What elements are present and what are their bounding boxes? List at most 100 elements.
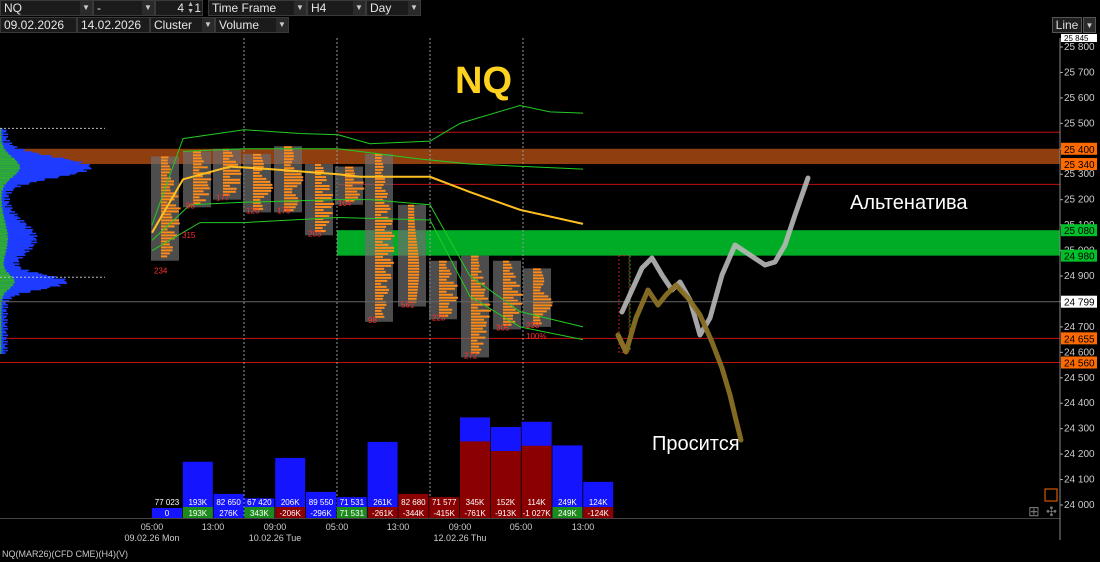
cluster-level <box>471 345 480 348</box>
cluster-level <box>471 258 479 261</box>
chevron-down-icon[interactable]: ▼ <box>276 18 288 32</box>
cluster-level <box>408 222 415 225</box>
cluster-level <box>193 202 201 205</box>
date-to-field[interactable]: 14.02.2026 <box>77 17 150 33</box>
profile-delta <box>0 228 8 231</box>
cluster-level <box>375 234 395 237</box>
annotation-alternative: Альтенатива <box>850 192 968 214</box>
cluster-level <box>253 204 263 207</box>
profile-delta <box>0 237 8 240</box>
cluster-chart[interactable]: 25 800 25 700 25 600 25 500 25 400 25 300 25 2… <box>0 0 1100 562</box>
profile-level <box>0 220 25 222</box>
date-from-field[interactable]: 09.02.2026 <box>0 17 77 33</box>
cluster-level <box>375 297 383 300</box>
profile-delta <box>0 347 2 349</box>
profile-level <box>0 331 7 334</box>
top-price-label: 25 845 <box>1064 34 1089 43</box>
timeframe-label-select[interactable]: Time Frame ▼ <box>208 0 307 16</box>
cluster-level <box>503 305 514 308</box>
cluster-level <box>471 270 482 273</box>
annotation-title: NQ <box>455 60 512 102</box>
cluster-level <box>345 199 355 202</box>
chevron-down-icon[interactable]: ▼ <box>202 18 214 32</box>
period-select[interactable]: Day ▼ <box>366 0 421 16</box>
poc-label: 177 <box>216 194 230 203</box>
price-tag <box>1061 295 1097 308</box>
profile-level <box>0 227 26 230</box>
cluster-level <box>375 300 386 303</box>
profile-delta <box>0 212 3 214</box>
profile-level <box>0 323 5 325</box>
cluster-level <box>161 201 168 204</box>
chevron-down-icon[interactable]: ▼ <box>353 1 365 15</box>
profile-delta <box>0 323 2 325</box>
cluster-level <box>315 170 324 173</box>
profile-delta <box>0 232 8 235</box>
profile-level <box>0 264 15 267</box>
cluster-level <box>471 303 491 306</box>
chevron-down-icon[interactable]: ▼ <box>80 1 92 15</box>
count-stepper[interactable]: 4 ▲ ▼ 1 <box>155 0 203 16</box>
timeframe-select[interactable]: H4 ▼ <box>307 0 366 16</box>
chevron-down-icon[interactable]: ▼ <box>408 1 420 15</box>
cluster-level <box>284 176 304 179</box>
profile-level <box>0 141 4 143</box>
line-style-select[interactable]: Line <box>1052 17 1082 33</box>
symbol-select[interactable]: NQ ▼ <box>0 0 93 16</box>
profile-delta <box>0 138 2 141</box>
poc-label: 126 <box>246 206 260 215</box>
cluster-level <box>408 219 415 222</box>
chevron-down-icon[interactable]: ▼ <box>294 1 306 15</box>
profile-delta <box>0 171 18 174</box>
cluster-level <box>161 207 181 210</box>
cluster-level <box>193 190 204 193</box>
volume-total-label: 82 680 <box>401 498 426 507</box>
chart-type-select[interactable]: Cluster ▼ <box>150 17 215 33</box>
profile-delta <box>0 137 2 139</box>
cluster-level <box>284 167 295 170</box>
cluster-level <box>471 324 487 327</box>
profile-level <box>0 188 14 190</box>
cluster-level <box>375 255 383 258</box>
profile-delta <box>0 255 4 258</box>
profile-level <box>0 137 7 139</box>
cluster-level <box>503 266 513 269</box>
profile-level <box>0 223 27 226</box>
cluster-level <box>375 315 385 318</box>
cluster-level <box>471 282 485 285</box>
profile-level <box>0 197 5 199</box>
cluster-level <box>375 162 383 165</box>
profile-level <box>0 260 20 263</box>
chevron-down-icon[interactable]: ▼ <box>142 1 154 15</box>
profile-level <box>0 338 6 340</box>
profile-level <box>0 253 24 255</box>
profile-level <box>0 279 65 282</box>
spinner-icon[interactable]: ▲ ▼ <box>187 1 194 15</box>
profile-level <box>0 170 87 173</box>
volume-delta-label: 249K <box>558 509 577 518</box>
cluster-level <box>375 204 390 207</box>
cluster-level <box>375 198 384 201</box>
move-icon: ✣ <box>1046 504 1057 519</box>
cluster-level <box>375 174 383 177</box>
profile-delta <box>0 130 2 133</box>
profile-delta <box>0 164 20 166</box>
volume-delta-label: 276K <box>219 509 238 518</box>
profile-delta <box>0 151 8 153</box>
cluster-level <box>345 172 355 175</box>
cluster-level <box>161 249 173 252</box>
time-tick-label: 05:00 <box>141 522 164 532</box>
chevron-down-icon[interactable]: ▼ <box>1083 17 1096 33</box>
volume-delta-label: -296K <box>310 509 332 518</box>
cluster-level <box>375 294 384 297</box>
mode-select[interactable]: Volume ▼ <box>215 17 289 33</box>
profile-level <box>0 195 9 198</box>
cluster-level <box>375 156 382 159</box>
profile-delta <box>0 176 13 179</box>
cluster-level <box>315 224 327 227</box>
profile-delta <box>0 133 2 136</box>
connector-select[interactable]: - ▼ <box>93 0 155 16</box>
timeframe-value: H4 <box>311 1 327 15</box>
time-tick-label: 09:00 <box>264 522 287 532</box>
profile-delta <box>0 165 20 167</box>
